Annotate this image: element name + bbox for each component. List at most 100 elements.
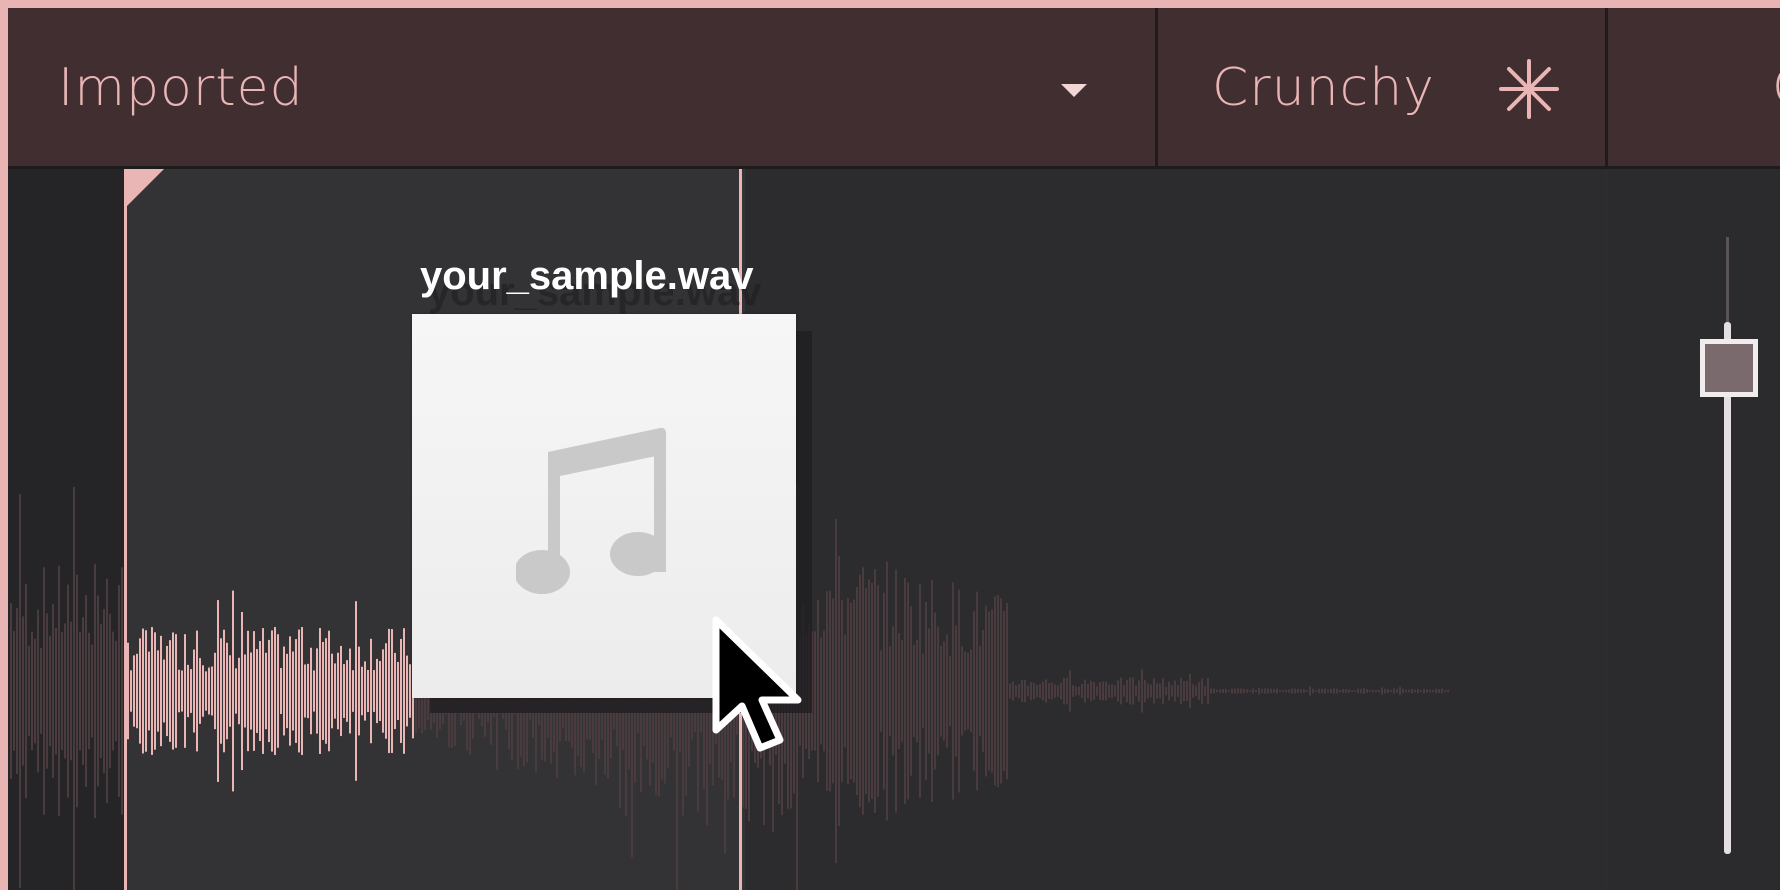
- waveform-bar: [208, 667, 210, 715]
- waveform-bar: [1429, 689, 1431, 693]
- waveform-bar: [1357, 688, 1359, 694]
- waveform-bar: [1246, 689, 1248, 693]
- waveform-bar: [937, 626, 939, 756]
- waveform-bar: [1045, 679, 1047, 703]
- waveform-bar: [76, 574, 78, 808]
- waveform-bar: [886, 561, 888, 821]
- waveform-bar: [997, 594, 999, 788]
- waveform-bar: [1318, 688, 1320, 694]
- waveform-bar: [1384, 688, 1386, 694]
- waveform-bar: [133, 655, 135, 727]
- waveform-bar: [211, 666, 213, 716]
- waveform-bar: [946, 634, 948, 748]
- waveform-bar: [1240, 688, 1242, 694]
- waveform-bar: [304, 664, 306, 718]
- waveform-bar: [1069, 670, 1071, 712]
- waveform-bar: [1036, 685, 1038, 697]
- waveform-bar: [256, 649, 258, 733]
- waveform-bar: [1123, 685, 1125, 697]
- waveform-bar: [877, 585, 879, 797]
- waveform-bar: [40, 648, 42, 734]
- waveform-bar: [1114, 685, 1116, 697]
- waveform-bar: [316, 648, 318, 734]
- waveform-bar: [817, 599, 819, 783]
- waveform-bar: [364, 661, 366, 721]
- preset-dropdown[interactable]: Imported: [8, 8, 1155, 166]
- waveform-bar: [1150, 684, 1152, 698]
- waveform-bar: [145, 630, 147, 752]
- waveform-bar: [91, 644, 93, 738]
- waveform-bar: [1438, 689, 1440, 693]
- waveform-bar: [355, 601, 357, 781]
- next-header-button[interactable]: C: [1608, 8, 1780, 166]
- waveform-bar: [985, 605, 987, 777]
- waveform-bar: [334, 663, 336, 719]
- waveform-bar: [1264, 688, 1266, 694]
- slider-track[interactable]: [1724, 322, 1731, 854]
- waveform-bar: [1033, 682, 1035, 700]
- waveform-bar: [1174, 680, 1176, 702]
- waveform-bar: [1165, 686, 1167, 696]
- waveform-bar: [82, 617, 84, 765]
- waveform-bar: [352, 670, 354, 712]
- waveform-bar: [310, 647, 312, 735]
- waveform-bar: [280, 668, 282, 714]
- waveform-bar: [1171, 685, 1173, 697]
- waveform-bar: [1327, 689, 1329, 693]
- waveform-bar: [292, 651, 294, 731]
- waveform-bar: [295, 639, 297, 743]
- waveform-bar: [325, 638, 327, 744]
- waveform-bar: [1015, 685, 1017, 697]
- waveform-bar: [1285, 689, 1287, 693]
- waveform-bar: [1063, 677, 1065, 705]
- waveform-bar: [343, 664, 345, 718]
- waveform-bar: [928, 628, 930, 754]
- start-marker-flag[interactable]: [126, 169, 164, 207]
- waveform-bar: [1375, 689, 1377, 693]
- waveform-bar: [220, 638, 222, 744]
- waveform-bar: [1153, 678, 1155, 704]
- waveform-bar: [217, 600, 219, 782]
- waveform-bar: [1333, 688, 1335, 694]
- waveform-bar: [196, 630, 198, 752]
- waveform-bar: [64, 623, 66, 759]
- waveform-bar: [1225, 688, 1227, 694]
- waveform-bar: [142, 628, 144, 754]
- slider-thumb[interactable]: [1700, 339, 1758, 398]
- waveform-bar: [844, 634, 846, 748]
- waveform-bar: [829, 590, 831, 792]
- waveform-bar: [1243, 688, 1245, 694]
- waveform-bar: [901, 640, 903, 742]
- waveform-bar: [1417, 688, 1419, 694]
- waveform-bar: [85, 595, 87, 787]
- waveform-bar: [67, 584, 69, 798]
- waveform-bar: [1087, 683, 1089, 699]
- sampler-app: Imported Crunchy C: [8, 8, 1780, 890]
- waveform-bar: [247, 630, 249, 752]
- waveform-bar: [1084, 679, 1086, 703]
- waveform-bar: [1228, 690, 1230, 692]
- waveform-bar: [1447, 689, 1449, 693]
- sample-start-marker[interactable]: [124, 169, 127, 890]
- waveform-bar: [1102, 681, 1104, 701]
- waveform-bar: [1294, 688, 1296, 694]
- waveform-bar: [1309, 686, 1311, 696]
- waveform-bar: [1048, 682, 1050, 700]
- waveform-bar: [331, 653, 333, 729]
- waveform-bar: [163, 659, 165, 723]
- waveform-bar: [892, 626, 894, 756]
- waveform-bar: [952, 582, 954, 800]
- crunchy-mode-button[interactable]: Crunchy: [1158, 8, 1605, 166]
- waveform-bar: [277, 634, 279, 748]
- waveform-bar: [1120, 677, 1122, 705]
- waveform-bar: [1141, 669, 1143, 713]
- waveform-bar: [1273, 689, 1275, 693]
- next-header-label: C: [1772, 62, 1780, 114]
- waveform-bar: [1096, 686, 1098, 696]
- waveform-bar: [1444, 689, 1446, 693]
- waveform-bar: [190, 669, 192, 713]
- chevron-down-icon: [1061, 84, 1087, 97]
- waveform-bar: [1387, 689, 1389, 693]
- waveform-bar: [1057, 685, 1059, 697]
- waveform-bar: [1360, 688, 1362, 694]
